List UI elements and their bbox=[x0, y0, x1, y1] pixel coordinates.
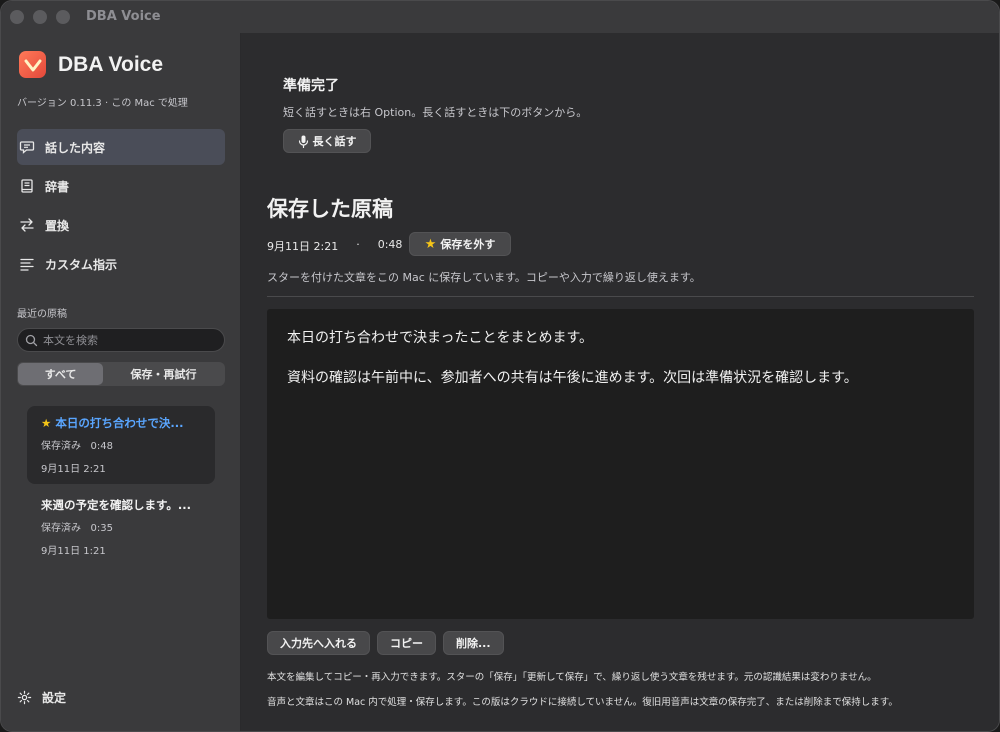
sidebar-item-label: 置換 bbox=[45, 218, 70, 233]
app-header: DBA Voice bbox=[19, 51, 163, 78]
filter-saved-retry-tab[interactable]: 保存・再試行 bbox=[103, 363, 224, 385]
page-title: 保存した原稿 bbox=[267, 197, 393, 221]
sidebar-item-replace[interactable]: 置換 bbox=[17, 207, 225, 243]
draft-date: 9月11日 1:21 bbox=[41, 546, 106, 557]
swap-arrows-icon bbox=[20, 218, 34, 232]
draft-status: 保存済み bbox=[41, 441, 81, 452]
microphone-icon bbox=[298, 135, 308, 148]
draft-date: 9月11日 2:21 bbox=[41, 464, 106, 475]
draft-duration: 0:48 bbox=[90, 441, 114, 452]
draft-title: 本日の打ち合わせで決... bbox=[55, 416, 184, 430]
app-logo-icon bbox=[19, 51, 46, 78]
sidebar: DBA Voice バージョン 0.11.3 · この Mac で処理 話した内… bbox=[1, 33, 241, 731]
recent-drafts-label: 最近の原稿 bbox=[17, 309, 67, 320]
saved-description: スターを付けた文章をこの Mac に保存しています。コピーや入力で繰り返し使えま… bbox=[267, 271, 701, 284]
transcript-paragraph: 本日の打ち合わせで決まったことをまとめます。 bbox=[287, 330, 594, 346]
status-title: 準備完了 bbox=[283, 78, 339, 94]
search-input[interactable] bbox=[43, 333, 213, 347]
sidebar-item-label: カスタム指示 bbox=[45, 257, 118, 272]
sidebar-nav: 話した内容 辞書 置換 カスタム指示 bbox=[17, 129, 225, 285]
draft-status: 保存済み bbox=[41, 523, 81, 534]
privacy-note: 音声と文章はこの Mac 内で処理・保存します。この版はクラウドに接続していませ… bbox=[267, 697, 898, 708]
divider bbox=[267, 296, 974, 297]
search-icon bbox=[25, 334, 38, 346]
long-talk-label: 長く話す bbox=[312, 135, 357, 148]
window-controls bbox=[10, 10, 70, 24]
transcript-duration: 0:48 bbox=[377, 238, 403, 251]
window-title: DBA Voice bbox=[86, 9, 161, 24]
version-label: バージョン 0.11.3 · この Mac で処理 bbox=[17, 98, 188, 109]
transcript-editor[interactable]: 本日の打ち合わせで決まったことをまとめます。 資料の確認は午前中に、参加者への共… bbox=[267, 309, 974, 619]
title-bar: DBA Voice bbox=[1, 1, 999, 33]
draft-list-item[interactable]: 来週の予定を確認します。... 保存済み 0:35 9月11日 1:21 bbox=[27, 488, 215, 566]
star-icon: ★ bbox=[41, 416, 52, 430]
minimize-window-button[interactable] bbox=[33, 10, 47, 24]
status-description: 短く話すときは右 Option。長く話すときは下のボタンから。 bbox=[283, 106, 588, 119]
filter-segmented-control: すべて 保存・再試行 bbox=[17, 362, 225, 386]
settings-button[interactable]: 設定 bbox=[17, 689, 66, 706]
zoom-window-button[interactable] bbox=[56, 10, 70, 24]
sidebar-item-transcripts[interactable]: 話した内容 bbox=[17, 129, 225, 165]
draft-duration: 0:35 bbox=[90, 523, 114, 534]
copy-button[interactable]: コピー bbox=[377, 631, 436, 655]
star-icon: ★ bbox=[424, 236, 437, 252]
close-window-button[interactable] bbox=[10, 10, 24, 24]
unstar-button[interactable]: ★ 保存を外す bbox=[409, 232, 511, 256]
gear-icon bbox=[17, 690, 32, 705]
unstar-label: 保存を外す bbox=[440, 238, 496, 251]
speech-bubble-icon bbox=[19, 141, 35, 154]
transcript-date: 9月11日 2:21 bbox=[267, 240, 339, 253]
insert-button[interactable]: 入力先へ入れる bbox=[267, 631, 370, 655]
lines-icon bbox=[20, 258, 34, 271]
transcript-paragraph: 資料の確認は午前中に、参加者への共有は午後に進めます。次回は準備状況を確認します… bbox=[287, 370, 858, 386]
draft-list-item[interactable]: ★ 本日の打ち合わせで決... 保存済み 0:48 9月11日 2:21 bbox=[27, 406, 215, 484]
long-talk-button[interactable]: 長く話す bbox=[283, 129, 371, 153]
search-box[interactable] bbox=[17, 328, 225, 352]
draft-title: 来週の予定を確認します。... bbox=[41, 498, 191, 512]
delete-button[interactable]: 削除... bbox=[443, 631, 504, 655]
action-buttons: 入力先へ入れる コピー 削除... bbox=[267, 631, 504, 655]
meta-separator: · bbox=[356, 238, 360, 251]
sidebar-item-label: 話した内容 bbox=[45, 140, 106, 155]
sidebar-item-label: 辞書 bbox=[45, 179, 70, 194]
sidebar-item-custom-instructions[interactable]: カスタム指示 bbox=[17, 246, 225, 282]
main-pane: 準備完了 短く話すときは右 Option。長く話すときは下のボタンから。 長く話… bbox=[242, 33, 999, 731]
transcript-meta: 9月11日 2:21 · 0:48 bbox=[267, 238, 402, 254]
edit-note: 本文を編集してコピー・再入力できます。スターの「保存」「更新して保存」で、繰り返… bbox=[267, 672, 877, 683]
app-name: DBA Voice bbox=[58, 52, 164, 76]
sidebar-item-dictionary[interactable]: 辞書 bbox=[17, 168, 225, 204]
settings-label: 設定 bbox=[42, 691, 67, 705]
filter-all-tab[interactable]: すべて bbox=[18, 363, 103, 385]
book-icon bbox=[21, 179, 33, 193]
app-window: DBA Voice DBA Voice バージョン 0.11.3 · この Ma… bbox=[0, 0, 1000, 732]
